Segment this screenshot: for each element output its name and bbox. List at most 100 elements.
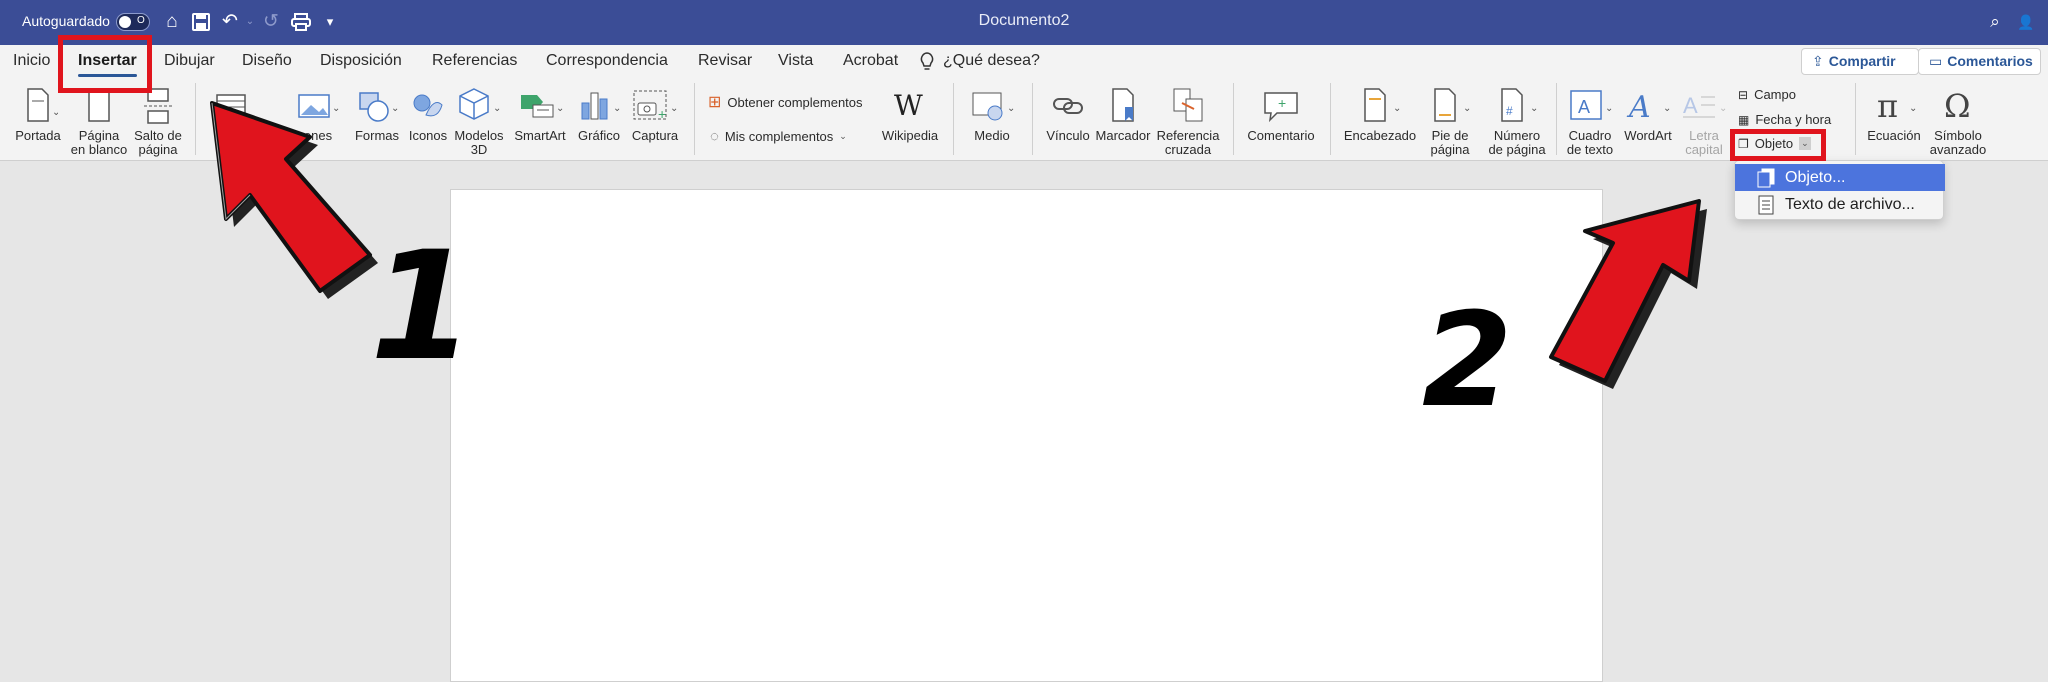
wikipedia-button[interactable]: W Wikipedia [880,85,940,143]
search-icon[interactable]: ⌕ [1983,10,2007,34]
menu-item-text-from-file[interactable]: Texto de archivo... [1735,191,1945,218]
my-addins-button[interactable]: ◌ Mis complementos ⌄ [710,128,847,145]
icons-icon [413,94,443,117]
svg-text:Ω: Ω [1944,87,1971,125]
footer-label-2: página [1430,142,1470,157]
footer-icon: ⌄ [1434,88,1471,122]
field-icon: ⊟ [1738,87,1749,102]
bookmark-icon [1112,88,1134,122]
ribbon-separator [1032,83,1033,155]
account-icon[interactable]: 👤 [2014,10,2038,34]
ribbon-separator [694,83,695,155]
page-break-label-2: página [138,142,178,157]
tab-acrobat[interactable]: Acrobat [843,52,898,70]
toggle-knob [119,16,131,28]
symbol-button[interactable]: Ω Símbolo avanzado [1926,85,1990,157]
icons-button[interactable]: Iconos [406,85,450,143]
cross-reference-button[interactable]: Referencia cruzada [1152,85,1224,157]
document-icon [1758,195,1774,215]
link-button[interactable]: Vínculo [1042,85,1094,143]
cross-reference-label-2: cruzada [1164,142,1212,157]
cover-page-button[interactable]: ⌄ Portada [8,85,68,143]
chart-label: Gráfico [578,128,620,143]
calendar-icon: ▦ [1738,112,1750,127]
svg-text:W: W [894,89,923,122]
symbol-label-2: avanzado [1929,142,1987,157]
autosave-toggle[interactable]: O [116,13,150,31]
get-addins-button[interactable]: ⊞ Obtener complementos [708,92,863,112]
text-box-label-1: Cuadro [1568,128,1612,143]
link-label: Vínculo [1046,128,1090,143]
tell-me-search[interactable]: ¿Qué desea? [943,52,1040,70]
bookmark-label: Marcador [1095,128,1151,143]
ribbon-separator [1556,83,1557,155]
share-button[interactable]: ⇪ Compartir [1801,48,1919,75]
svg-text:π: π [1877,87,1898,125]
addins-icon: ◌ [710,128,719,145]
media-button[interactable]: ⌄ Medio [962,85,1022,143]
footer-button[interactable]: ⌄ Pie de página [1420,85,1480,157]
ribbon-separator [953,83,954,155]
object-icon [1757,168,1775,188]
cover-page-icon: ⌄ [27,88,58,122]
ribbon-separator [1330,83,1331,155]
print-icon[interactable] [289,10,313,34]
wordart-button[interactable]: A ⌄ WordArt [1620,85,1676,143]
media-icon: ⌄ [972,92,1015,121]
tab-diseno[interactable]: Diseño [242,52,292,70]
3d-models-button[interactable]: ⌄ Modelos 3D [450,85,508,157]
svg-text:⌄: ⌄ [1530,103,1538,114]
tab-referencias[interactable]: Referencias [432,52,517,70]
svg-text:A: A [1683,93,1698,118]
home-icon[interactable]: ⌂ [160,10,184,34]
svg-text:⌄: ⌄ [1463,103,1471,114]
svg-text:⌄: ⌄ [1393,103,1401,114]
arrow-annotation-1 [210,101,378,299]
date-time-button[interactable]: ▦ Fecha y hora [1738,112,1831,127]
svg-text:⌄: ⌄ [1007,103,1015,114]
3d-models-label-1: Modelos [454,128,504,143]
symbol-label-1: Símbolo [1934,128,1982,143]
page-number-button[interactable]: # ⌄ Número de página [1480,85,1554,157]
header-button[interactable]: ⌄ Encabezado [1340,85,1420,143]
lightbulb-icon [920,52,934,77]
comments-label: Comentarios [1947,53,2033,69]
tab-dibujar[interactable]: Dibujar [164,52,215,70]
redo-icon[interactable]: ↺ [259,10,283,34]
bookmark-button[interactable]: Marcador [1094,85,1152,143]
svg-text:⌄: ⌄ [1663,103,1671,114]
object-button-highlight [1730,129,1826,161]
svg-text:⌄: ⌄ [670,103,678,114]
field-button[interactable]: ⊟ Campo [1738,87,1796,102]
comment-bubble-icon: ▭ [1929,53,1943,69]
store-icon: ⊞ [708,94,722,111]
blank-page-button[interactable]: Página en blanco [68,85,130,157]
customize-toolbar-icon[interactable]: ▾ [318,10,342,34]
smartart-button[interactable]: ⌄ SmartArt [508,85,572,143]
svg-text:⌄: ⌄ [52,107,58,118]
svg-text:⌄: ⌄ [556,103,564,114]
drop-cap-button[interactable]: A ⌄ Letra capital [1678,85,1730,157]
chart-button[interactable]: ⌄ Gráfico [572,85,626,143]
page-number-label-2: de página [1488,142,1546,157]
tab-correspondencia[interactable]: Correspondencia [546,52,668,70]
comment-icon: + [1264,92,1298,123]
blank-page-label-2: en blanco [70,142,128,157]
equation-button[interactable]: π ⌄ Ecuación [1862,85,1926,143]
tab-revisar[interactable]: Revisar [698,52,752,70]
tab-disposicion[interactable]: Disposición [320,52,402,70]
tab-inicio[interactable]: Inicio [13,52,50,70]
comments-button[interactable]: ▭ Comentarios [1918,48,2041,75]
comment-button[interactable]: + Comentario [1242,85,1320,143]
3d-models-label-2: 3D [470,142,488,157]
save-icon[interactable] [189,10,213,34]
text-box-button[interactable]: A ⌄ Cuadro de texto [1562,85,1618,157]
screenshot-button[interactable]: + ⌄ Captura [626,85,684,143]
tab-vista[interactable]: Vista [778,52,813,70]
insertar-tab-highlight [58,35,152,93]
wordart-icon: A ⌄ [1626,90,1671,125]
page-break-button[interactable]: Salto de página [130,85,186,157]
svg-text:+: + [658,106,666,122]
menu-item-object[interactable]: Objeto... [1735,164,1945,191]
cube-icon: ⌄ [459,88,501,120]
